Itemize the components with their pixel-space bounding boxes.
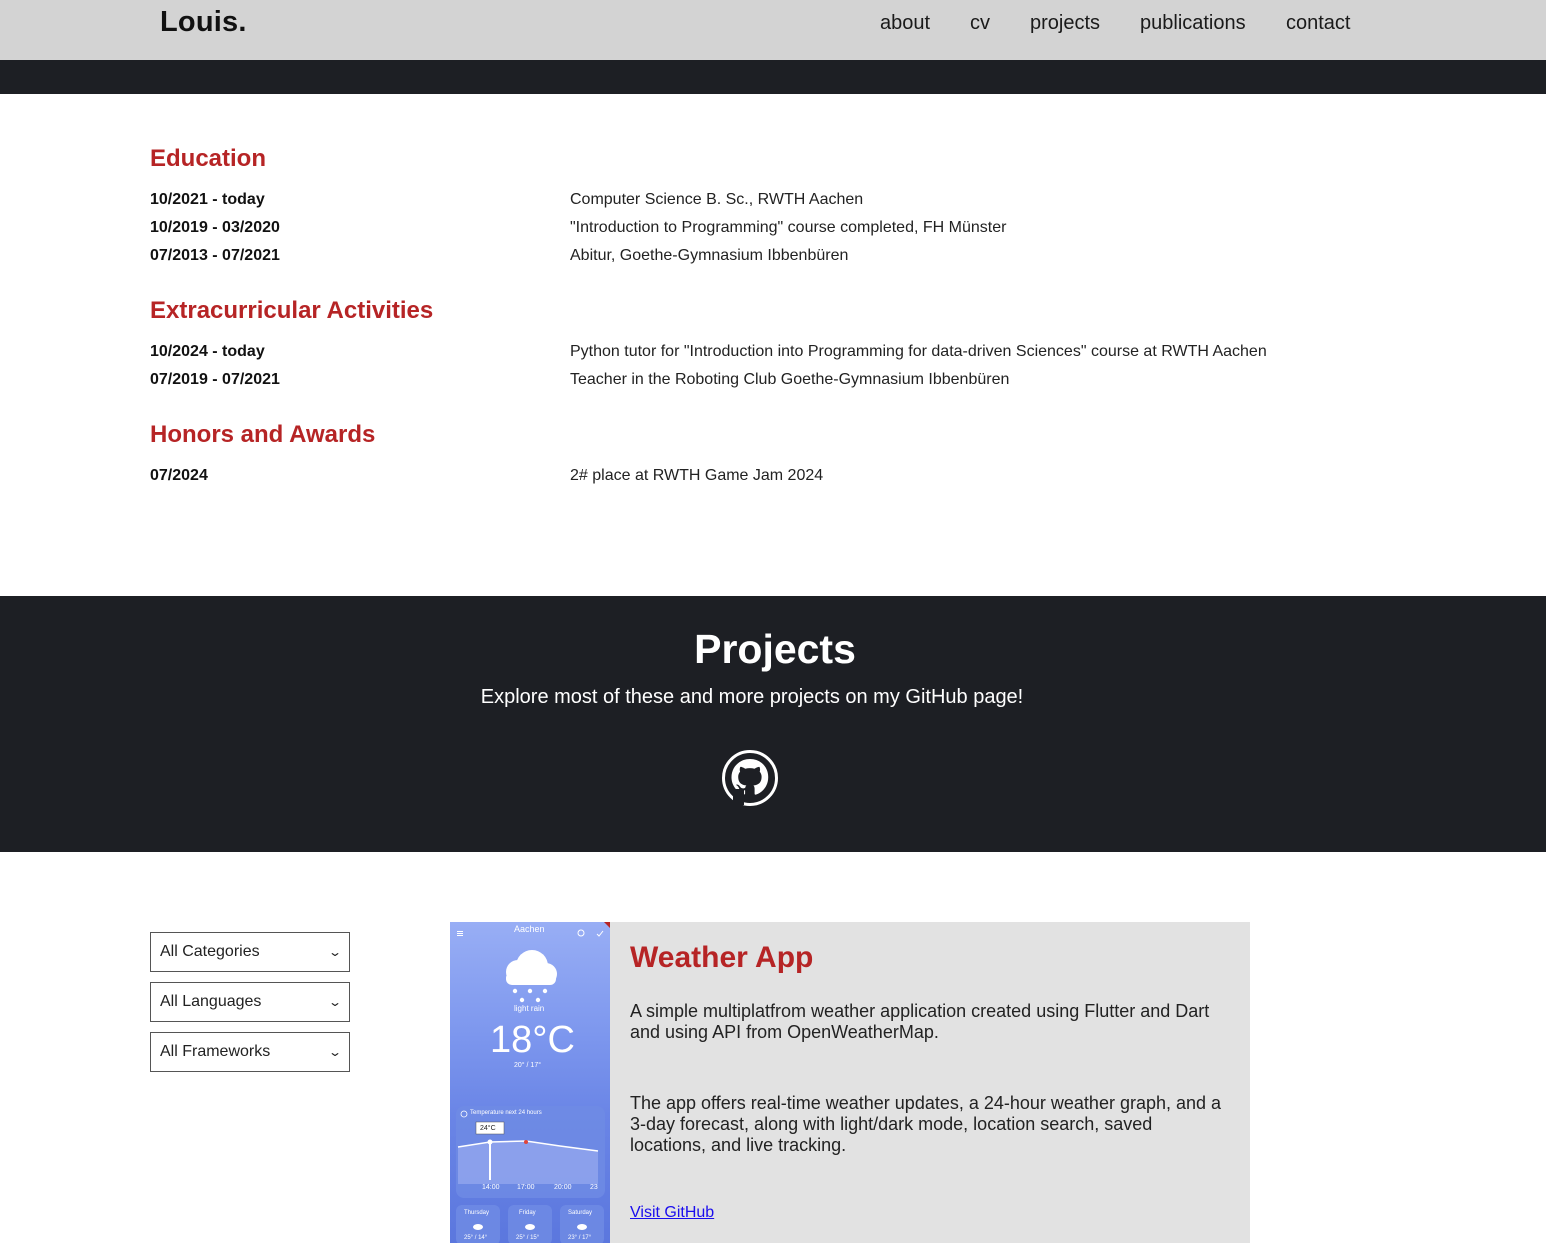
navbar: Louis. about cv projects publications co…: [0, 0, 1546, 60]
cv-date: 07/2024: [150, 467, 208, 484]
framework-filter-value: All Frameworks: [160, 1043, 271, 1060]
projects-title: Projects: [694, 626, 856, 672]
language-filter-select[interactable]: All Languages ⌄: [150, 982, 350, 1022]
screenshot-graph-time: 23: [590, 1184, 598, 1191]
screenshot-graph-label: Temperature next 24 hours: [470, 1110, 542, 1116]
screenshot-day-temps: 23° / 17°: [568, 1235, 592, 1241]
header-band: [0, 60, 1546, 94]
screenshot-graph-badge: 24°C: [480, 1125, 496, 1132]
project-card: Aachen light rain 18°C 20° / 17° Tempera…: [450, 922, 1250, 1243]
project-description: A simple multiplatfrom weather applicati…: [630, 1001, 1210, 1042]
cv-date: 07/2013 - 07/2021: [150, 247, 280, 264]
cv-date: 10/2019 - 03/2020: [150, 219, 280, 236]
screenshot-day-temps: 25° / 14°: [464, 1235, 488, 1241]
github-link[interactable]: [721, 749, 779, 807]
chevron-down-icon: ⌄: [327, 1045, 343, 1059]
nav-link-contact[interactable]: contact: [1286, 12, 1350, 35]
extracurricular-heading: Extracurricular Activities: [150, 297, 434, 324]
github-icon: [722, 750, 778, 806]
screenshot-day-name: Friday: [519, 1210, 536, 1216]
projects-banner: Projects Explore most of these and more …: [0, 596, 1546, 852]
cv-date: 07/2019 - 07/2021: [150, 371, 280, 388]
category-filter-select[interactable]: All Categories ⌄: [150, 932, 350, 972]
project-title: Weather App: [630, 941, 814, 974]
framework-filter-select[interactable]: All Frameworks ⌄: [150, 1032, 350, 1072]
cv-description: "Introduction to Programming" course com…: [570, 219, 1007, 236]
weather-app-screenshot-graphic: [456, 922, 610, 1243]
screenshot-day-temps: 25° / 15°: [516, 1235, 540, 1241]
cv-description: Abitur, Goethe-Gymnasium Ibbenbüren: [570, 247, 849, 264]
screenshot-graph-time: 14:00: [482, 1184, 500, 1191]
project-details: The app offers real-time weather updates…: [630, 1093, 1222, 1155]
education-heading: Education: [150, 145, 267, 172]
cv-date: 10/2021 - today: [150, 191, 265, 208]
nav-link-publications[interactable]: publications: [1140, 12, 1246, 35]
cv-date: 10/2024 - today: [150, 343, 265, 360]
language-filter-value: All Languages: [160, 993, 262, 1010]
visit-github-link[interactable]: Visit GitHub: [630, 1204, 714, 1222]
cv-description: Computer Science B. Sc., RWTH Aachen: [570, 191, 864, 208]
cv-description: Python tutor for "Introduction into Prog…: [570, 343, 1267, 360]
honors-heading: Honors and Awards: [150, 421, 376, 448]
weather-app-screenshot: Aachen light rain 18°C 20° / 17° Tempera…: [450, 922, 610, 1243]
brand-logo[interactable]: Louis.: [160, 6, 247, 39]
nav-link-about[interactable]: about: [880, 12, 930, 35]
screenshot-condition: light rain: [514, 1004, 545, 1013]
screenshot-day-name: Saturday: [568, 1210, 593, 1216]
nav-link-cv[interactable]: cv: [970, 12, 990, 35]
cv-description: 2# place at RWTH Game Jam 2024: [570, 467, 824, 484]
category-filter-value: All Categories: [160, 943, 260, 960]
screenshot-city: Aachen: [514, 924, 545, 934]
nav-link-projects[interactable]: projects: [1030, 12, 1100, 35]
chevron-down-icon: ⌄: [327, 995, 343, 1009]
chevron-down-icon: ⌄: [327, 945, 343, 959]
cv-description: Teacher in the Roboting Club Goethe-Gymn…: [570, 371, 1010, 388]
screenshot-temperature: 18°C: [490, 1019, 575, 1061]
screenshot-hi-lo: 20° / 17°: [514, 1062, 542, 1069]
screenshot-graph-time: 17:00: [517, 1184, 535, 1191]
screenshot-graph-time: 20:00: [554, 1184, 572, 1191]
screenshot-day-name: Thursday: [464, 1210, 490, 1216]
projects-subtitle: Explore most of these and more projects …: [480, 686, 1024, 708]
